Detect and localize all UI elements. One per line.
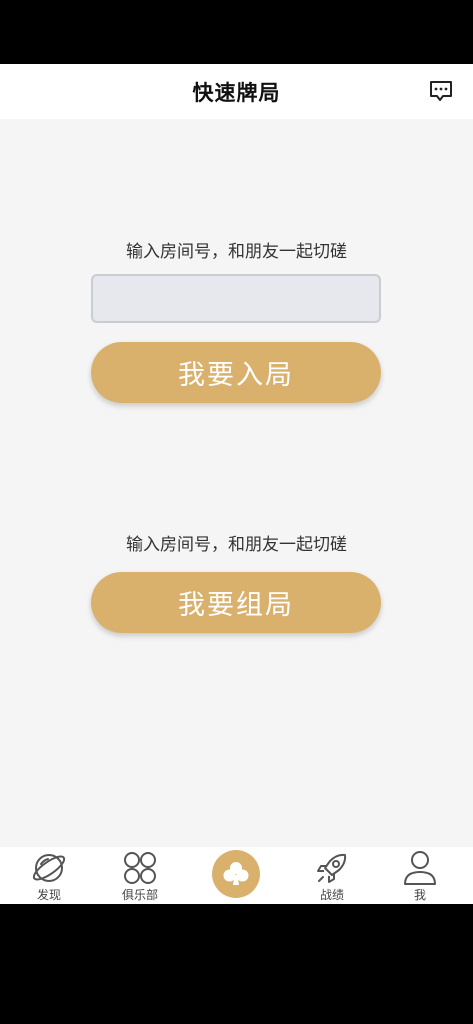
tab-quick-game[interactable] — [212, 850, 260, 898]
bottom-tab-bar: 发现 俱乐部 战绩 我 — [0, 847, 473, 904]
tab-me[interactable]: 我 — [390, 847, 450, 904]
join-game-button[interactable]: 我要入局 — [91, 342, 381, 403]
join-hint: 输入房间号，和朋友一起切磋 — [126, 242, 347, 262]
tab-label: 战绩 — [319, 888, 344, 902]
tab-label: 我 — [413, 888, 426, 902]
page-title: 快速牌局 — [192, 80, 281, 105]
bottom-bezel — [0, 904, 473, 1024]
chat-bubble-icon — [430, 81, 452, 101]
top-header: 快速牌局 — [0, 64, 473, 119]
person-icon — [404, 851, 436, 885]
tab-label: 俱乐部 — [121, 888, 158, 902]
four-circles-icon — [124, 852, 156, 884]
tab-records[interactable]: 战绩 — [302, 847, 362, 904]
club-icon — [223, 862, 249, 885]
tab-label: 发现 — [36, 888, 61, 902]
status-bar — [0, 0, 473, 64]
create-hint: 输入房间号，和朋友一起切磋 — [126, 535, 347, 555]
room-number-input[interactable] — [91, 274, 381, 323]
main-content: 输入房间号，和朋友一起切磋 我要入局 输入房间号，和朋友一起切磋 我要组局 — [0, 119, 473, 847]
tab-discover[interactable]: 发现 — [19, 847, 79, 904]
rocket-icon — [317, 853, 347, 883]
tab-club[interactable]: 俱乐部 — [110, 847, 170, 904]
message-button[interactable] — [428, 78, 454, 104]
create-game-button[interactable]: 我要组局 — [91, 572, 381, 633]
planet-icon — [32, 854, 66, 882]
